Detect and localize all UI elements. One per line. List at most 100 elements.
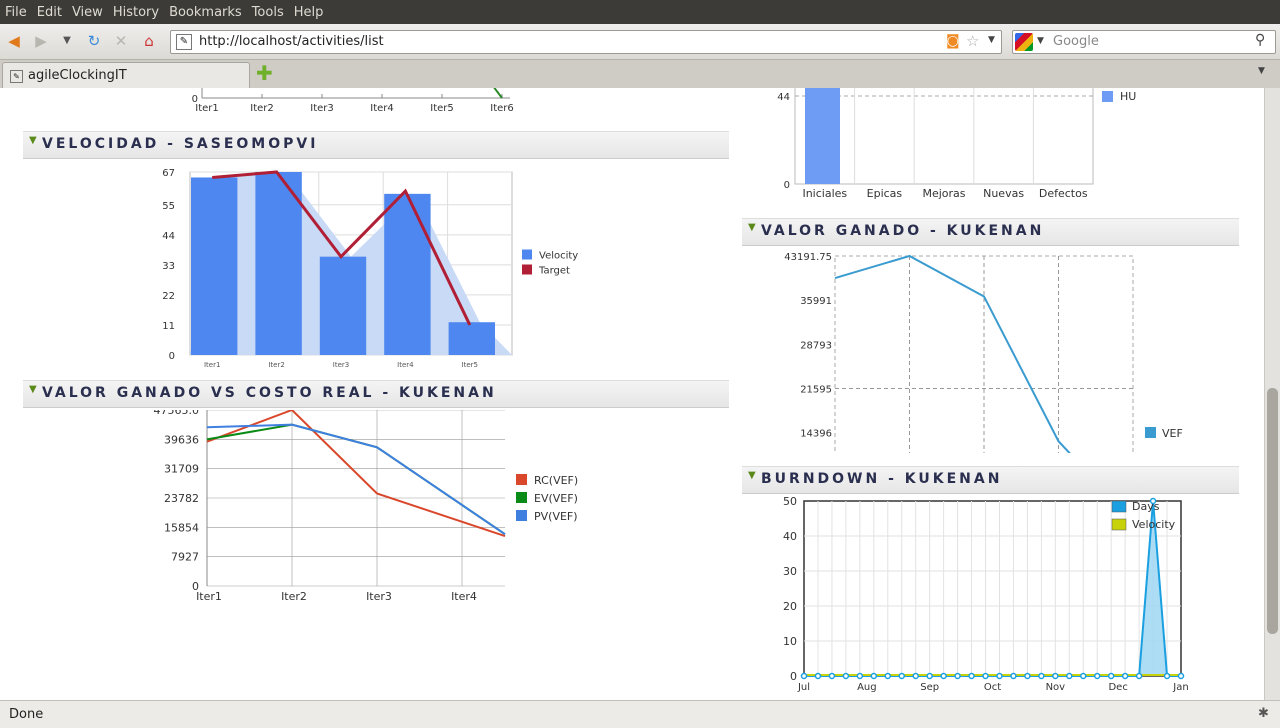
x-tick-label: Nuevas bbox=[983, 187, 1024, 200]
data-point bbox=[842, 672, 850, 680]
hu-bar-chart: 44 0 Iniciales Epicas Mejoras Nuevas Defectos H… bbox=[777, 88, 1136, 200]
tab-agileclockingit[interactable]: ✎ agileClockingIT bbox=[2, 62, 250, 89]
section-title: VALOR GANADO VS COSTO REAL - KUKENAN bbox=[42, 385, 497, 401]
history-dropdown-icon[interactable]: ▼ bbox=[58, 32, 76, 50]
search-icon[interactable]: ⚲ bbox=[1255, 32, 1265, 48]
section-header-valor-ganado[interactable]: ▼ VALOR GANADO - KUKENAN bbox=[742, 218, 1239, 246]
new-tab-plus-icon[interactable]: ✚ bbox=[256, 63, 276, 83]
valor-costo-chart: 079271585423782317093963647565.0Iter1 Ite… bbox=[154, 410, 578, 603]
y-tick-label: 15854 bbox=[164, 521, 199, 534]
data-point bbox=[1093, 672, 1101, 680]
legend-label: Days bbox=[1132, 500, 1160, 513]
section-title: VALOR GANADO - KUKENAN bbox=[761, 223, 1045, 239]
legend-swatch bbox=[516, 510, 527, 521]
google-engine-icon[interactable] bbox=[1015, 33, 1033, 51]
x-tick-label: Iter1 bbox=[195, 103, 219, 114]
collapse-chevron-icon[interactable]: ▼ bbox=[29, 135, 37, 146]
x-tick-label: Iter1 bbox=[204, 361, 220, 369]
address-url[interactable]: http://localhost/activities/list bbox=[199, 34, 384, 49]
vertical-scrollbar[interactable] bbox=[1264, 88, 1280, 700]
data-point bbox=[1010, 672, 1017, 680]
menu-file[interactable]: File bbox=[0, 5, 32, 20]
x-tick-label: Aug bbox=[857, 682, 877, 693]
collapse-chevron-icon[interactable]: ▼ bbox=[748, 222, 756, 233]
scrollbar-thumb[interactable] bbox=[1267, 388, 1278, 634]
y-tick-label: 28793 bbox=[800, 340, 832, 351]
y-tick-label: 35991 bbox=[800, 296, 832, 307]
legend-swatch bbox=[1111, 518, 1127, 531]
section-title: BURNDOWN - KUKENAN bbox=[761, 471, 1003, 487]
y-tick-label: 33 bbox=[162, 261, 175, 272]
reload-icon[interactable]: ↻ bbox=[85, 32, 103, 50]
menu-bar: File Edit View History Bookmarks Tools H… bbox=[0, 0, 1280, 24]
data-point bbox=[968, 672, 975, 680]
tab-bar: ✎ agileClockingIT ✚ ▼ bbox=[0, 60, 1280, 89]
y-tick-label: 0 bbox=[784, 180, 790, 191]
velocity-bar bbox=[384, 193, 431, 355]
search-placeholder[interactable]: Google bbox=[1053, 34, 1099, 49]
collapse-chevron-icon[interactable]: ▼ bbox=[748, 470, 756, 481]
addon-bug-icon: ✱ bbox=[1258, 706, 1269, 721]
data-point bbox=[1052, 672, 1059, 680]
series-line bbox=[206, 410, 506, 537]
back-arrow-icon[interactable]: ◀ bbox=[5, 32, 23, 50]
engine-dropdown-icon[interactable]: ▼ bbox=[1037, 36, 1044, 46]
x-tick-label: Sep bbox=[920, 682, 939, 693]
tab-title: agileClockingIT bbox=[28, 68, 127, 83]
series-line bbox=[493, 88, 503, 99]
data-point bbox=[898, 672, 905, 680]
menu-tools[interactable]: Tools bbox=[247, 5, 289, 20]
menu-help[interactable]: Help bbox=[289, 5, 329, 20]
home-icon[interactable]: ⌂ bbox=[140, 32, 158, 50]
y-tick-label: 23782 bbox=[164, 492, 199, 505]
forward-arrow-icon[interactable]: ▶ bbox=[32, 32, 50, 50]
partial-line-chart: 0Iter1 Iter2 Iter3 Iter4 Iter5 Iter6 bbox=[192, 88, 514, 114]
y-tick-label: 22 bbox=[162, 291, 175, 302]
data-point bbox=[912, 672, 919, 680]
rss-feed-icon[interactable]: ◙ bbox=[946, 33, 960, 49]
velocidad-chart: 0 11 22 33 44 55 67 Iter1 Iter2 Iter3 Iter4 Iter5 Ve… bbox=[162, 168, 578, 369]
menu-edit[interactable]: Edit bbox=[32, 5, 67, 20]
valor-ganado-chart: 071981439621595287933599143191.75Iter1It… bbox=[784, 252, 1183, 453]
data-point bbox=[1080, 672, 1087, 680]
stop-icon[interactable]: ✕ bbox=[112, 32, 130, 50]
x-tick-label: Defectos bbox=[1039, 187, 1088, 200]
legend-label: Target bbox=[538, 266, 570, 277]
y-tick-label: 31709 bbox=[164, 463, 199, 476]
data-point bbox=[1163, 672, 1171, 680]
data-point bbox=[800, 672, 808, 680]
address-bar[interactable]: ✎ http://localhost/activities/list ◙ ☆ ▼ bbox=[170, 30, 1002, 54]
y-tick-label: 47565.0 bbox=[154, 410, 200, 417]
menu-history[interactable]: History bbox=[108, 5, 164, 20]
data-point bbox=[884, 672, 892, 680]
legend-swatch bbox=[522, 264, 532, 275]
data-point bbox=[1066, 672, 1073, 680]
section-header-burndown[interactable]: ▼ BURNDOWN - KUKENAN bbox=[742, 466, 1239, 494]
x-tick-label: Iter3 bbox=[333, 361, 349, 369]
navigation-toolbar: ◀ ▶ ▼ ↻ ✕ ⌂ ✎ http://localhost/activitie… bbox=[0, 24, 1280, 60]
url-dropdown-icon[interactable]: ▼ bbox=[988, 35, 995, 45]
bookmark-star-icon[interactable]: ☆ bbox=[966, 32, 979, 50]
data-point bbox=[814, 672, 822, 680]
velocity-bar bbox=[191, 177, 238, 355]
legend-swatch bbox=[1111, 500, 1127, 513]
x-tick-label: Jan bbox=[1172, 682, 1188, 693]
search-bar[interactable]: ▼ Google ⚲ bbox=[1012, 30, 1276, 54]
legend-label: VEF bbox=[1162, 427, 1183, 440]
series-line bbox=[206, 423, 506, 536]
section-header-velocidad[interactable]: ▼ VELOCIDAD - SASEOMOPVI bbox=[23, 131, 729, 159]
x-tick-label: Iniciales bbox=[802, 187, 847, 200]
menu-view[interactable]: View bbox=[67, 5, 108, 20]
legend-swatch bbox=[516, 492, 527, 503]
burndown-chart: 0 10 20 30 40 50 Jul Aug Sep Oct Nov Dec Jan Days Velo… bbox=[783, 495, 1189, 693]
status-bar: Done ✱ bbox=[0, 700, 1280, 728]
tab-list-dropdown-icon[interactable]: ▼ bbox=[1258, 66, 1265, 76]
data-point bbox=[1135, 672, 1143, 680]
data-point bbox=[870, 672, 878, 680]
x-tick-label: Epicas bbox=[867, 187, 903, 200]
menu-bookmarks[interactable]: Bookmarks bbox=[164, 5, 247, 20]
section-header-valor-costo[interactable]: ▼ VALOR GANADO VS COSTO REAL - KUKENAN bbox=[23, 380, 729, 408]
collapse-chevron-icon[interactable]: ▼ bbox=[29, 384, 37, 395]
legend-swatch bbox=[1102, 91, 1113, 102]
legend-swatch bbox=[1145, 427, 1156, 438]
